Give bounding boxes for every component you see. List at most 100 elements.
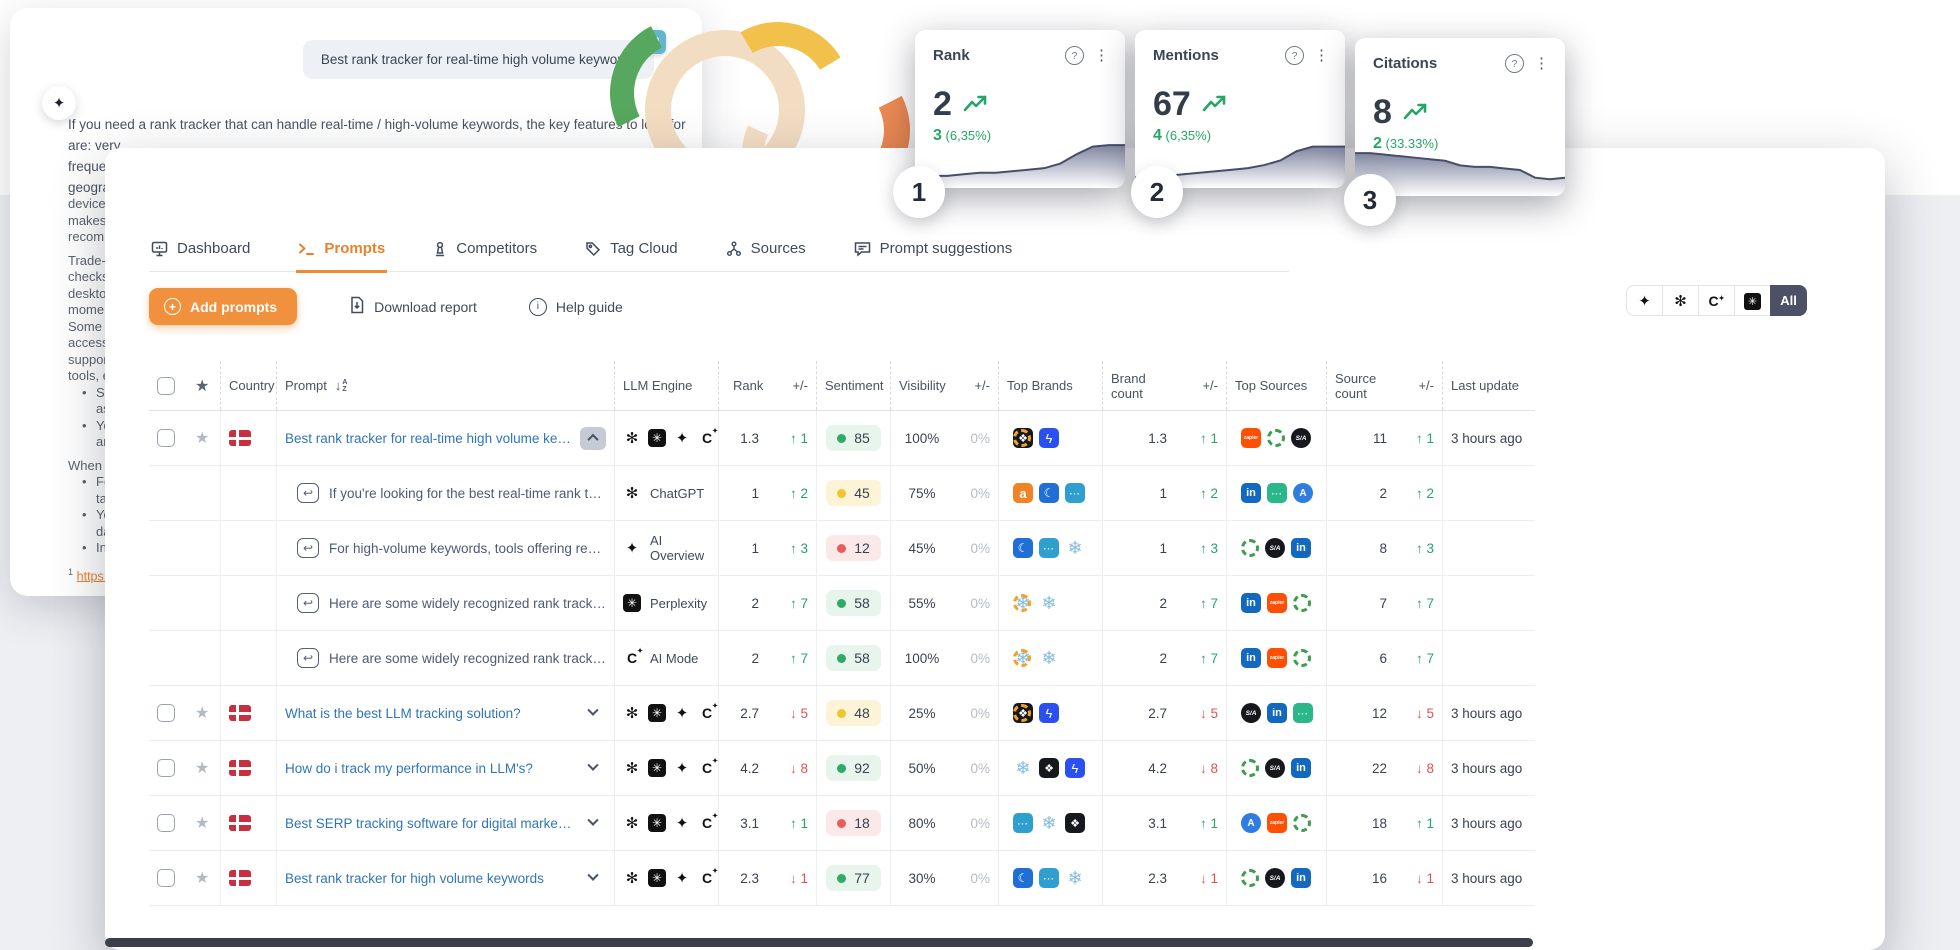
tab-prompt-suggestions[interactable]: Prompt suggestions bbox=[852, 230, 1015, 273]
row-checkbox[interactable] bbox=[157, 814, 175, 832]
help-guide-button[interactable]: i Help guide bbox=[529, 298, 623, 316]
row-source-count: 12 bbox=[1327, 686, 1401, 740]
row-country-cell bbox=[221, 576, 277, 630]
prompt-link[interactable]: What is the best LLM tracking solution? bbox=[285, 706, 574, 721]
header-prompt: Prompt ↓AZ bbox=[277, 361, 615, 410]
row-checkbox[interactable] bbox=[157, 704, 175, 722]
openai-icon: ✻ bbox=[1674, 292, 1687, 310]
tab-tag-cloud[interactable]: Tag Cloud bbox=[583, 230, 680, 273]
wreath-icon bbox=[1293, 594, 1311, 612]
row-checkbox[interactable] bbox=[157, 759, 175, 777]
star-icon[interactable]: ★ bbox=[195, 813, 209, 833]
header-top-sources: Top Sources bbox=[1227, 361, 1327, 410]
table-row[interactable]: ↩ If you're looking for the best real-ti… bbox=[149, 466, 1535, 521]
row-prompt-cell: How do i track my performance in LLM's? bbox=[277, 741, 615, 795]
row-brand-delta-cell: ↓ 5 bbox=[1181, 686, 1227, 740]
table-row[interactable]: ★ What is the best LLM tracking solution… bbox=[149, 686, 1535, 741]
filter-perplexity-button[interactable]: ✳ bbox=[1734, 285, 1771, 316]
star-icon[interactable]: ★ bbox=[195, 428, 209, 448]
brand-delta: ↓ 1 bbox=[1200, 871, 1218, 886]
bolt-icon: ϟ bbox=[1039, 703, 1059, 723]
expand-row-button[interactable] bbox=[580, 867, 606, 890]
rank-delta: ↑ 2 bbox=[790, 486, 808, 501]
expand-row-button[interactable] bbox=[580, 757, 606, 780]
help-icon[interactable]: ? bbox=[1505, 54, 1524, 73]
star-icon[interactable]: ★ bbox=[195, 703, 209, 723]
star-icon[interactable]: ★ bbox=[195, 376, 209, 396]
openai-icon: ✻ bbox=[623, 759, 641, 777]
row-top-brands: ☾⋯❄ bbox=[999, 851, 1103, 905]
row-brand-delta-cell: ↑ 1 bbox=[1181, 796, 1227, 850]
bottom-scrollbar[interactable] bbox=[105, 938, 1533, 947]
denmark-flag-icon bbox=[229, 705, 251, 721]
sort-az-icon[interactable]: ↓AZ bbox=[335, 378, 348, 393]
reply-icon: ↩ bbox=[297, 593, 319, 613]
row-checkbox[interactable] bbox=[157, 869, 175, 887]
rank-delta: ↑ 7 bbox=[790, 651, 808, 666]
table-row[interactable]: ★ Best rank tracker for high volume keyw… bbox=[149, 851, 1535, 906]
row-star-cell: ★ bbox=[187, 796, 221, 850]
teal-icon: ⋯ bbox=[1293, 703, 1313, 723]
tab-prompts[interactable]: Prompts bbox=[296, 230, 387, 273]
expand-collapse-button[interactable] bbox=[580, 427, 606, 450]
table-body: ★ Best rank tracker for real-time high v… bbox=[149, 411, 1535, 906]
table-row[interactable]: ★ Best rank tracker for real-time high v… bbox=[149, 411, 1535, 466]
kebab-menu-icon[interactable]: ⋮ bbox=[1094, 48, 1109, 63]
row-checkbox-cell bbox=[149, 796, 187, 850]
wreath-icon bbox=[1267, 429, 1285, 447]
ring-icon bbox=[1013, 704, 1031, 722]
expand-row-button[interactable] bbox=[580, 702, 606, 725]
filter-all-button[interactable]: All bbox=[1770, 285, 1807, 316]
prompt-link[interactable]: How do i track my performance in LLM's? bbox=[285, 761, 574, 776]
row-brand-delta-cell: ↓ 1 bbox=[1181, 851, 1227, 905]
table-row[interactable]: ↩ For high-volume keywords, tools offeri… bbox=[149, 521, 1535, 576]
perplexity-icon: ✳ bbox=[648, 814, 666, 832]
prompt-link[interactable]: Best rank tracker for real-time high vol… bbox=[285, 431, 574, 446]
wreath-icon bbox=[1241, 759, 1259, 777]
help-icon[interactable]: ? bbox=[1065, 46, 1084, 65]
ai-mode-icon: C✦ bbox=[698, 704, 716, 722]
table-row[interactable]: ↩ Here are some widely recognized rank t… bbox=[149, 631, 1535, 686]
filter-aioverview-button[interactable]: ✦ bbox=[1626, 285, 1663, 316]
expand-row-button[interactable] bbox=[580, 812, 606, 835]
select-all-checkbox[interactable] bbox=[157, 377, 175, 395]
row-top-sources: inzapier bbox=[1227, 631, 1327, 685]
row-visibility: 55% bbox=[891, 576, 953, 630]
help-icon[interactable]: ? bbox=[1285, 46, 1304, 65]
row-top-sources: Azapier bbox=[1227, 796, 1327, 850]
competitors-icon bbox=[433, 241, 447, 257]
header-star-cell: ★ bbox=[187, 361, 221, 410]
sentiment-badge: 92 bbox=[826, 755, 881, 781]
filter-openai-button[interactable]: ✻ bbox=[1662, 285, 1699, 316]
row-checkbox[interactable] bbox=[157, 429, 175, 447]
row-country-cell bbox=[221, 631, 277, 685]
download-report-button[interactable]: Download report bbox=[349, 296, 477, 317]
stat-card-mentions: Mentions ? ⋮ 67 4 (6,35%) bbox=[1135, 30, 1345, 188]
row-prompt-cell: Best rank tracker for real-time high vol… bbox=[277, 411, 615, 465]
table-row[interactable]: ↩ Here are some widely recognized rank t… bbox=[149, 576, 1535, 631]
table-row[interactable]: ★ Best SERP tracking software for digita… bbox=[149, 796, 1535, 851]
filter-aimode-button[interactable]: C✦ bbox=[1698, 285, 1735, 316]
table-row[interactable]: ★ How do i track my performance in LLM's… bbox=[149, 741, 1535, 796]
row-source-count: 22 bbox=[1327, 741, 1401, 795]
row-engine-cell: ✻✳✦C✦ bbox=[615, 851, 719, 905]
prompt-link[interactable]: Best rank tracker for high volume keywor… bbox=[285, 871, 574, 886]
row-country-cell bbox=[221, 741, 277, 795]
add-prompts-button[interactable]: + Add prompts bbox=[149, 288, 297, 325]
star-icon[interactable]: ★ bbox=[195, 868, 209, 888]
row-engine-cell: ✳Perplexity bbox=[615, 576, 719, 630]
kebab-menu-icon[interactable]: ⋮ bbox=[1534, 56, 1549, 71]
source-delta: ↓ 1 bbox=[1416, 871, 1434, 886]
sub-prompt-text: Here are some widely recognized rank tra… bbox=[329, 596, 606, 611]
row-engine-cell: ✻ChatGPT bbox=[615, 466, 719, 520]
tab-competitors[interactable]: Competitors bbox=[431, 230, 539, 273]
tab-sources[interactable]: Sources bbox=[724, 230, 808, 273]
header-visibility-delta: +/- bbox=[953, 361, 999, 410]
row-rank-delta-cell: ↑ 7 bbox=[771, 631, 817, 685]
kebab-menu-icon[interactable]: ⋮ bbox=[1314, 48, 1329, 63]
row-engine-cell: ✻✳✦C✦ bbox=[615, 741, 719, 795]
tab-dashboard[interactable]: Dashboard bbox=[149, 230, 252, 273]
row-star-cell bbox=[187, 631, 221, 685]
star-icon[interactable]: ★ bbox=[195, 758, 209, 778]
prompt-link[interactable]: Best SERP tracking software for digital … bbox=[285, 816, 574, 831]
